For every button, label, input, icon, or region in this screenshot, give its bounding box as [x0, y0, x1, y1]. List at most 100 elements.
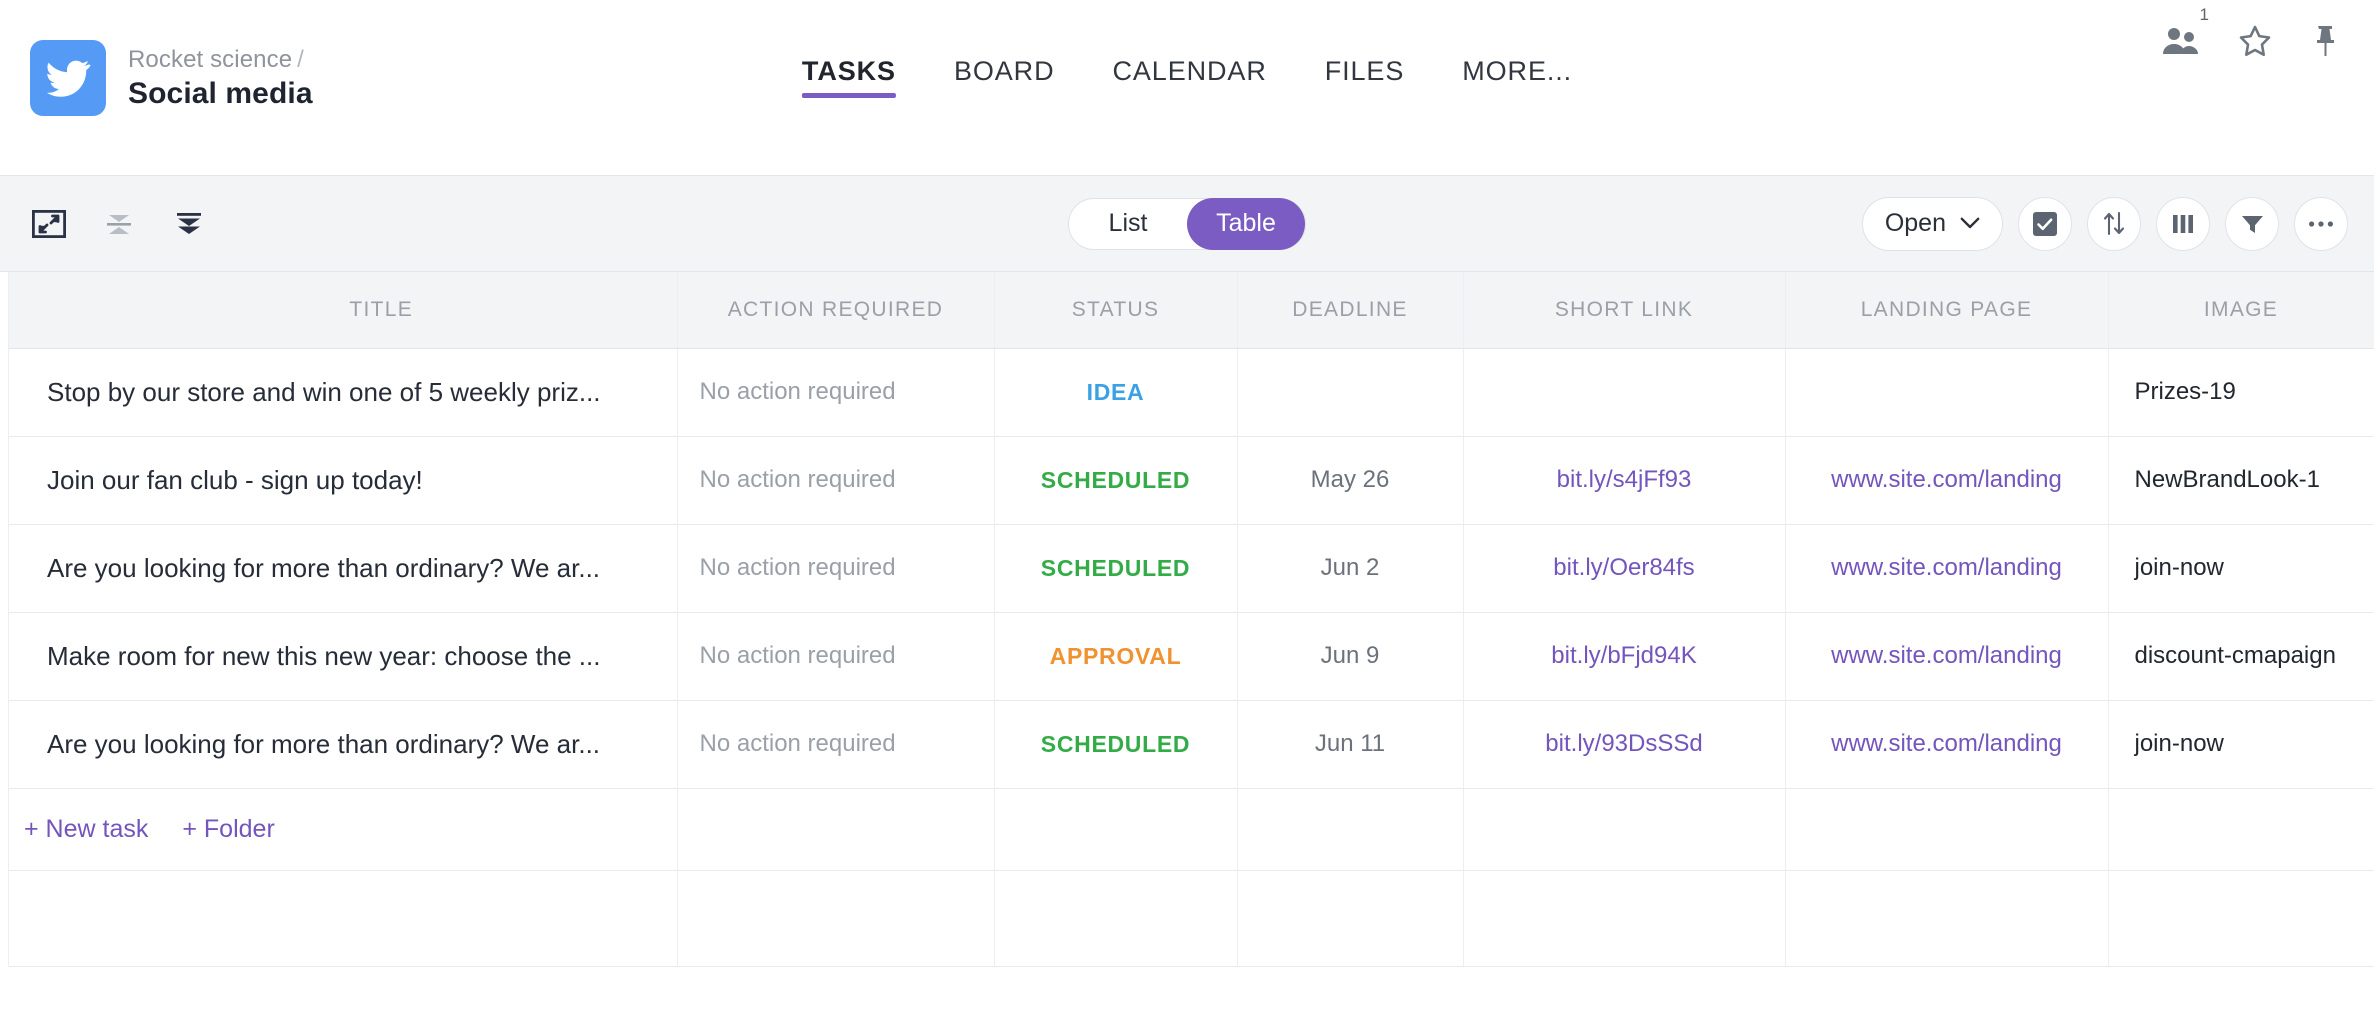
more-options-button[interactable]: [2294, 196, 2348, 251]
cell-short-link[interactable]: bit.ly/s4jFf93: [1463, 436, 1786, 525]
cell-title[interactable]: Stop by our store and win one of 5 weekl…: [0, 348, 678, 437]
star-icon[interactable]: [2238, 25, 2272, 58]
columns-button[interactable]: [2156, 196, 2210, 251]
column-header-image[interactable]: IMAGE: [2108, 272, 2374, 349]
cell-status[interactable]: SCHEDULED: [994, 524, 1238, 613]
table-body: Stop by our store and win one of 5 weekl…: [0, 348, 2374, 967]
cell-status[interactable]: APPROVAL: [994, 612, 1238, 701]
cell-short-link[interactable]: bit.ly/Oer84fs: [1463, 524, 1786, 613]
more-options-icon: [2308, 220, 2334, 228]
empty-cell: [994, 870, 1238, 967]
tasks-table-container: TITLE ACTION REQUIRED STATUS DEADLINE SH…: [0, 272, 2374, 967]
cell-landing-page[interactable]: [1785, 348, 2109, 437]
empty-cell: [1237, 870, 1464, 967]
breadcrumb[interactable]: Rocket science /: [128, 46, 313, 74]
cell-image[interactable]: discount-cmapaign: [2108, 612, 2374, 701]
people-icon[interactable]: 1: [2162, 6, 2209, 57]
cell-title[interactable]: Are you looking for more than ordinary? …: [0, 700, 678, 789]
expand-fullscreen-icon[interactable]: [24, 199, 74, 249]
view-switch: List Table: [1068, 197, 1306, 250]
view-switch-list[interactable]: List: [1069, 198, 1187, 250]
open-filter-dropdown[interactable]: Open: [1861, 196, 2003, 251]
cell-title[interactable]: Join our fan club - sign up today!: [0, 436, 678, 525]
column-header-landing-page[interactable]: LANDING PAGE: [1785, 272, 2109, 349]
add-row-empty-cell: [994, 788, 1238, 871]
tasks-table: TITLE ACTION REQUIRED STATUS DEADLINE SH…: [0, 272, 2374, 967]
chevron-down-icon: [1960, 217, 1980, 230]
brand-text: Rocket science / Social media: [128, 46, 313, 111]
cell-action-required[interactable]: No action required: [677, 524, 995, 613]
tab-more[interactable]: MORE...: [1462, 56, 1572, 98]
cell-image[interactable]: NewBrandLook-1: [2108, 436, 2374, 525]
cell-landing-page[interactable]: www.site.com/landing: [1785, 524, 2109, 613]
table-row[interactable]: Are you looking for more than ordinary? …: [0, 700, 2374, 789]
cell-deadline[interactable]: [1237, 348, 1464, 437]
add-row-empty-cell: [677, 788, 995, 871]
add-row-empty-cell: [2108, 788, 2374, 871]
view-toolbar: List Table Open: [0, 176, 2374, 272]
open-filter-label: Open: [1884, 209, 1946, 237]
tab-files[interactable]: FILES: [1325, 56, 1405, 98]
empty-row: [0, 870, 2374, 967]
table-row[interactable]: Stop by our store and win one of 5 weekl…: [0, 348, 2374, 437]
empty-cell: [0, 870, 678, 967]
cell-landing-page[interactable]: www.site.com/landing: [1785, 436, 2109, 525]
columns-icon: [2171, 212, 2195, 236]
cell-short-link[interactable]: bit.ly/93DsSSd: [1463, 700, 1786, 789]
checkbox-icon: [2032, 211, 2058, 237]
cell-action-required[interactable]: No action required: [677, 436, 995, 525]
column-header-title[interactable]: TITLE: [0, 272, 678, 349]
cell-deadline[interactable]: Jun 9: [1237, 612, 1464, 701]
table-row[interactable]: Make room for new this new year: choose …: [0, 612, 2374, 701]
cell-status[interactable]: IDEA: [994, 348, 1238, 437]
cell-short-link[interactable]: bit.ly/bFjd94K: [1463, 612, 1786, 701]
column-header-action-required[interactable]: ACTION REQUIRED: [677, 272, 995, 349]
pin-icon[interactable]: [2310, 24, 2340, 58]
header-icon-group: 1: [2162, 6, 2340, 58]
cell-title[interactable]: Make room for new this new year: choose …: [0, 612, 678, 701]
main-tabs: TASKS BOARD CALENDAR FILES MORE...: [801, 56, 1572, 98]
add-folder-button[interactable]: + Folder: [182, 815, 274, 844]
empty-cell: [2108, 870, 2374, 967]
column-header-status[interactable]: STATUS: [994, 272, 1238, 349]
empty-cell: [1463, 870, 1786, 967]
cell-status[interactable]: SCHEDULED: [994, 700, 1238, 789]
table-row[interactable]: Are you looking for more than ordinary? …: [0, 524, 2374, 613]
view-switch-table[interactable]: Table: [1187, 197, 1305, 250]
toolbar-right-group: Open: [1861, 176, 2348, 271]
column-header-deadline[interactable]: DEADLINE: [1237, 272, 1464, 349]
tab-board[interactable]: BOARD: [954, 56, 1055, 98]
add-row-empty-cell: [1785, 788, 2109, 871]
cell-short-link[interactable]: [1463, 348, 1786, 437]
cell-landing-page[interactable]: www.site.com/landing: [1785, 700, 2109, 789]
page-title: Social media: [128, 76, 313, 110]
empty-cell: [677, 870, 995, 967]
cell-deadline[interactable]: Jun 11: [1237, 700, 1464, 789]
cell-image[interactable]: Prizes-19: [2108, 348, 2374, 437]
sort-button[interactable]: [2087, 196, 2141, 251]
checkbox-toggle-button[interactable]: [2018, 196, 2072, 251]
table-row[interactable]: Join our fan club - sign up today! No ac…: [0, 436, 2374, 525]
cell-image[interactable]: join-now: [2108, 700, 2374, 789]
add-actions-cell: + New task + Folder: [0, 788, 678, 871]
column-header-short-link[interactable]: SHORT LINK: [1463, 272, 1786, 349]
cell-action-required[interactable]: No action required: [677, 700, 995, 789]
tab-tasks[interactable]: TASKS: [801, 56, 896, 98]
cell-landing-page[interactable]: www.site.com/landing: [1785, 612, 2109, 701]
tab-calendar[interactable]: CALENDAR: [1112, 56, 1266, 98]
cell-title[interactable]: Are you looking for more than ordinary? …: [0, 524, 678, 613]
expand-all-icon[interactable]: [164, 199, 214, 249]
cell-action-required[interactable]: No action required: [677, 612, 995, 701]
add-new-task-button[interactable]: + New task: [24, 815, 148, 844]
cell-action-required[interactable]: No action required: [677, 348, 995, 437]
cell-status[interactable]: SCHEDULED: [994, 436, 1238, 525]
collapse-all-icon[interactable]: [94, 199, 144, 249]
cell-image[interactable]: join-now: [2108, 524, 2374, 613]
filter-button[interactable]: [2225, 196, 2279, 251]
cell-deadline[interactable]: May 26: [1237, 436, 1464, 525]
table-header-row: TITLE ACTION REQUIRED STATUS DEADLINE SH…: [0, 272, 2374, 349]
add-row: + New task + Folder: [0, 788, 2374, 871]
breadcrumb-parent[interactable]: Rocket science: [128, 46, 292, 73]
cell-deadline[interactable]: Jun 2: [1237, 524, 1464, 613]
breadcrumb-separator: /: [297, 45, 304, 73]
